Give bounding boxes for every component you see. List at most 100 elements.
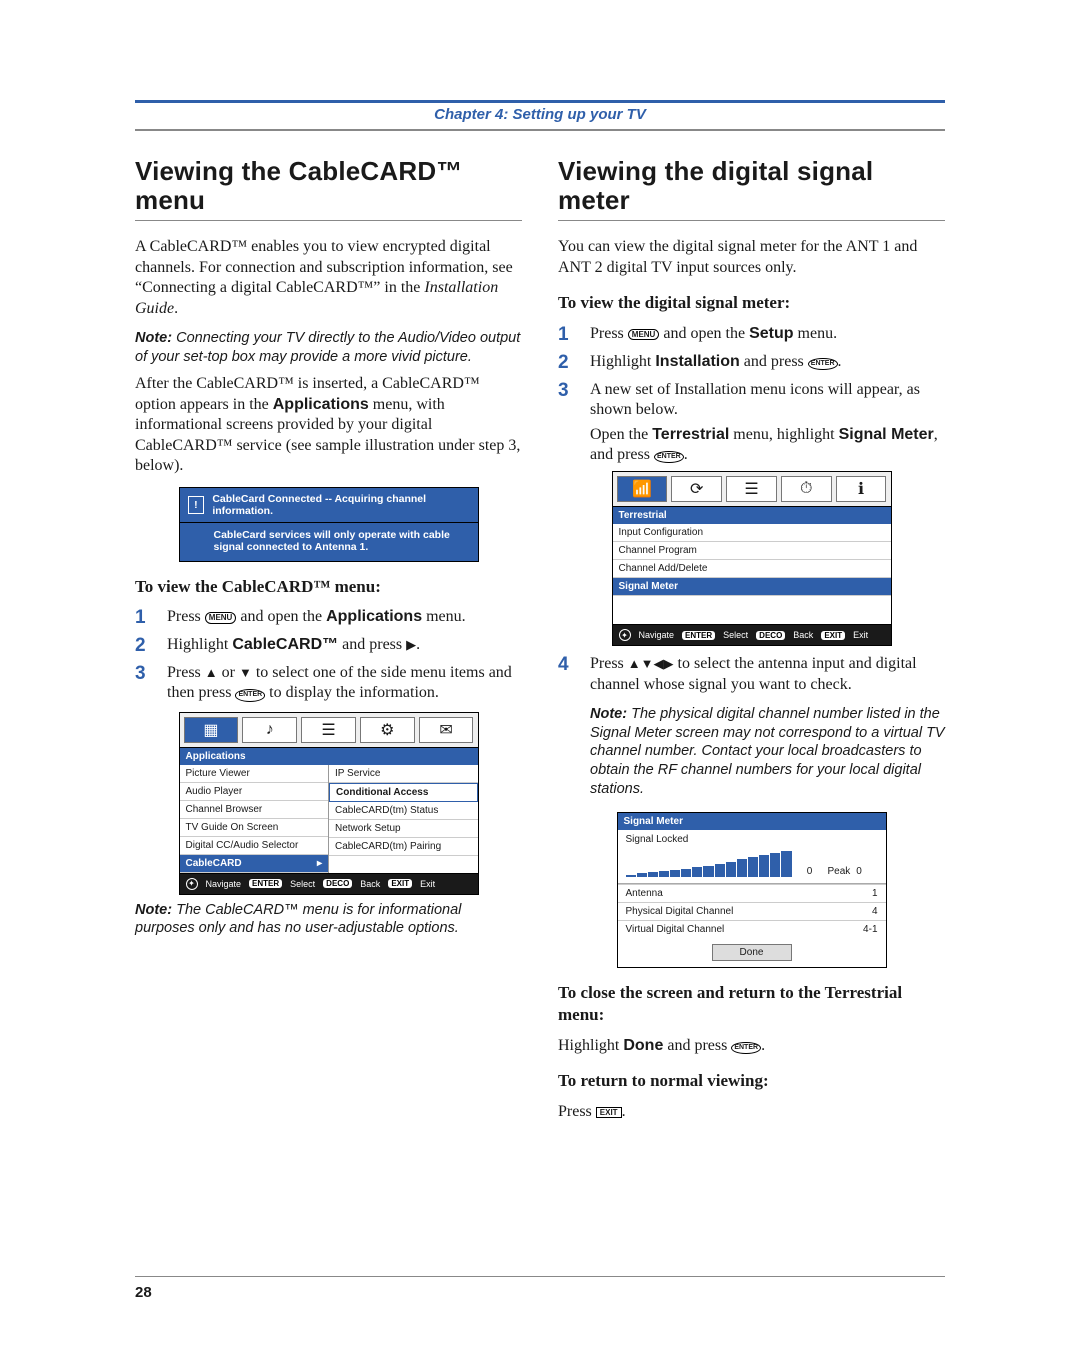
left-arrow-icon: ◀ bbox=[654, 656, 664, 671]
warning-icon: ! bbox=[188, 496, 205, 514]
left-note-1: Note: Connecting your TV directly to the… bbox=[135, 329, 522, 366]
tab-icon: ℹ bbox=[836, 476, 887, 502]
tab-icon: ✉ bbox=[419, 717, 474, 743]
left-steps: 1 Press MENU and open the Applications m… bbox=[135, 607, 522, 704]
right-para-1: You can view the digital signal meter fo… bbox=[558, 237, 945, 278]
right-arrow-icon: ▶ bbox=[664, 656, 674, 671]
tab-strip: ▦ ♪ ☰ ⚙ ✉ bbox=[180, 713, 478, 748]
step-number: 4 bbox=[558, 654, 576, 806]
menu-item: Channel Program bbox=[613, 542, 891, 560]
tab-icon: 📶 bbox=[617, 476, 668, 502]
menu-category: Terrestrial bbox=[613, 507, 891, 524]
menu-item: Digital CC/Audio Selector bbox=[180, 837, 329, 855]
figure-terrestrial-menu: 📶 ⟳ ☰ ⏱ ℹ Terrestrial Input Configuratio… bbox=[612, 471, 892, 646]
notice-line-1: CableCard Connected -- Acquiring channel… bbox=[212, 493, 469, 517]
table-row: Physical Digital Channel4 bbox=[618, 902, 886, 920]
menu-item: Channel Add/Delete bbox=[613, 560, 891, 578]
step-number: 2 bbox=[558, 352, 576, 374]
menu-item: CableCARD(tm) Status bbox=[329, 802, 478, 820]
figure-footer-bar: ✦Navigate ENTERSelect DECOBack EXITExit bbox=[613, 624, 891, 645]
signal-current-value: 0 bbox=[802, 866, 818, 877]
tab-icon: ☰ bbox=[301, 717, 356, 743]
menu-item-highlighted: Conditional Access bbox=[329, 783, 478, 802]
chapter-rule-top bbox=[135, 100, 945, 103]
right-steps: 1 Press MENU and open the Setup menu. 2 … bbox=[558, 324, 945, 466]
bottom-rule bbox=[135, 1276, 945, 1277]
close-instruction: Highlight Done and press ENTER. bbox=[558, 1036, 945, 1056]
chapter-title: Chapter 4: Setting up your TV bbox=[60, 106, 1020, 123]
key-icon: DECO bbox=[323, 879, 352, 888]
key-icon: ENTER bbox=[249, 879, 282, 888]
tab-icon: ☰ bbox=[726, 476, 777, 502]
key-icon: ENTER bbox=[682, 631, 715, 640]
notice-line-2: CableCard services will only operate wit… bbox=[180, 523, 478, 561]
menu-category: Applications bbox=[180, 748, 478, 765]
left-para-2: After the CableCARD™ is inserted, a Cabl… bbox=[135, 374, 522, 476]
left-note-2: Note: The CableCARD™ menu is for informa… bbox=[135, 901, 522, 938]
done-button: Done bbox=[712, 944, 792, 961]
tab-icon: ⚙ bbox=[360, 717, 415, 743]
left-subheading: To view the CableCARD™ menu: bbox=[135, 576, 522, 598]
peak-label: Peak bbox=[828, 866, 851, 877]
table-row: Antenna1 bbox=[618, 884, 886, 902]
step-1-body: Press MENU and open the Applications men… bbox=[167, 607, 522, 629]
step-3-body: Press ▲ or ▼ to select one of the side m… bbox=[167, 663, 522, 704]
enter-button-icon: ENTER bbox=[731, 1042, 761, 1054]
right-heading: Viewing the digital signal meter bbox=[558, 157, 945, 221]
chevron-right-icon: ▸ bbox=[317, 858, 322, 869]
menu-item: Audio Player bbox=[180, 783, 329, 801]
return-instruction: Press EXIT. bbox=[558, 1102, 945, 1122]
dpad-icon: ✦ bbox=[186, 878, 198, 890]
signal-bars-icon bbox=[626, 851, 792, 877]
step-number: 1 bbox=[558, 324, 576, 346]
menu-item: TV Guide On Screen bbox=[180, 819, 329, 837]
right-subheading-1: To view the digital signal meter: bbox=[558, 292, 945, 314]
left-column: Viewing the CableCARD™ menu A CableCARD™… bbox=[135, 157, 522, 1132]
tab-icon: ▦ bbox=[184, 717, 239, 743]
r-step-1: Press MENU and open the Setup menu. bbox=[590, 324, 945, 346]
up-arrow-icon: ▲ bbox=[205, 665, 218, 680]
signal-locked-label: Signal Locked bbox=[618, 830, 886, 845]
figure-cablecard-notice: ! CableCard Connected -- Acquiring chann… bbox=[179, 487, 479, 562]
r-step-3: A new set of Installation menu icons wil… bbox=[590, 380, 945, 466]
menu-item: Input Configuration bbox=[613, 524, 891, 542]
peak-value: 0 bbox=[856, 866, 862, 877]
menu-item: IP Service bbox=[329, 765, 478, 783]
menu-item: CableCARD(tm) Pairing bbox=[329, 838, 478, 856]
left-heading: Viewing the CableCARD™ menu bbox=[135, 157, 522, 221]
figure-footer-bar: ✦Navigate ENTERSelect DECOBack EXITExit bbox=[180, 873, 478, 894]
right-subheading-3: To return to normal viewing: bbox=[558, 1070, 945, 1092]
menu-item-selected: CableCARD▸ bbox=[180, 855, 329, 873]
enter-button-icon: ENTER bbox=[808, 358, 838, 370]
key-icon: EXIT bbox=[388, 879, 412, 888]
figure-applications-menu: ▦ ♪ ☰ ⚙ ✉ Applications Picture Viewer Au… bbox=[179, 712, 479, 895]
tab-icon: ⏱ bbox=[781, 476, 832, 502]
r-step-4: Press ▲▼◀▶ to select the antenna input a… bbox=[590, 654, 945, 806]
menu-item: Network Setup bbox=[329, 820, 478, 838]
divider bbox=[135, 129, 945, 131]
key-icon: DECO bbox=[756, 631, 785, 640]
right-column: Viewing the digital signal meter You can… bbox=[558, 157, 945, 1132]
up-arrow-icon: ▲ bbox=[628, 656, 641, 671]
tab-icon: ⟳ bbox=[671, 476, 722, 502]
menu-left-col: Picture Viewer Audio Player Channel Brow… bbox=[180, 765, 329, 873]
step-number: 2 bbox=[135, 635, 153, 657]
tab-icon: ♪ bbox=[242, 717, 297, 743]
step-2-body: Highlight CableCARD™ and press ▶. bbox=[167, 635, 522, 657]
menu-item: Picture Viewer bbox=[180, 765, 329, 783]
figure-signal-meter: Signal Meter Signal Locked 0 Peak 0 Ante… bbox=[617, 812, 887, 968]
step-number: 3 bbox=[558, 380, 576, 466]
right-arrow-icon: ▶ bbox=[406, 637, 416, 652]
menu-item-selected: Signal Meter bbox=[613, 578, 891, 596]
down-arrow-icon: ▼ bbox=[641, 656, 654, 671]
key-icon: EXIT bbox=[821, 631, 845, 640]
r-step-2: Highlight Installation and press ENTER. bbox=[590, 352, 945, 374]
menu-button-icon: MENU bbox=[205, 612, 237, 624]
signal-meter-title: Signal Meter bbox=[618, 813, 886, 830]
down-arrow-icon: ▼ bbox=[239, 665, 252, 680]
enter-button-icon: ENTER bbox=[235, 689, 265, 701]
menu-right-col: IP Service Conditional Access CableCARD(… bbox=[328, 765, 478, 873]
left-para-1: A CableCARD™ enables you to view encrypt… bbox=[135, 237, 522, 319]
tab-strip: 📶 ⟳ ☰ ⏱ ℹ bbox=[613, 472, 891, 507]
menu-button-icon: MENU bbox=[628, 329, 660, 341]
